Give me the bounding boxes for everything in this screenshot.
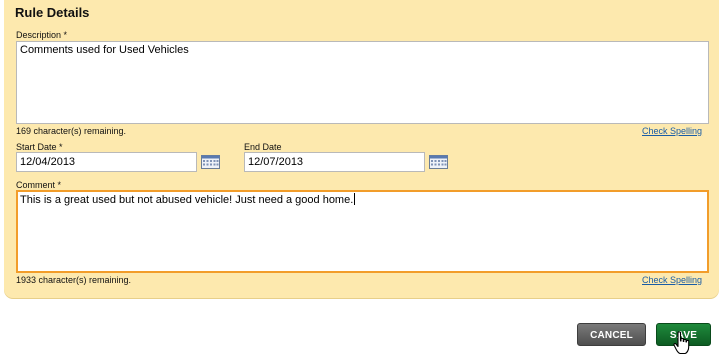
comment-remaining: 1933 character(s) remaining. — [16, 275, 132, 285]
start-date-label: Start Date * — [16, 142, 63, 152]
end-date-label: End Date — [244, 142, 282, 152]
panel-title: Rule Details — [15, 5, 90, 20]
description-textarea[interactable]: Comments used for Used Vehicles — [16, 41, 709, 124]
end-date-input[interactable]: 12/07/2013 — [244, 152, 425, 172]
comment-check-spelling-link[interactable]: Check Spelling — [642, 275, 702, 285]
description-remaining: 169 character(s) remaining. — [16, 126, 127, 136]
comment-label: Comment * — [16, 180, 62, 190]
text-caret — [354, 193, 356, 205]
calendar-icon[interactable] — [429, 155, 448, 169]
description-text: Comments used for Used Vehicles — [20, 44, 189, 56]
hand-pointer-icon — [673, 331, 690, 355]
start-date-input[interactable]: 12/04/2013 — [16, 152, 197, 172]
calendar-icon[interactable] — [201, 155, 220, 169]
description-check-spelling-link[interactable]: Check Spelling — [642, 126, 702, 136]
rule-details-panel: Rule Details Description * Comments used… — [4, 0, 719, 298]
comment-textarea[interactable]: This is a great used but not abused vehi… — [16, 190, 709, 273]
comment-text: This is a great used but not abused vehi… — [20, 194, 354, 206]
description-label: Description * — [16, 30, 68, 40]
cancel-button[interactable]: CANCEL — [577, 323, 646, 346]
